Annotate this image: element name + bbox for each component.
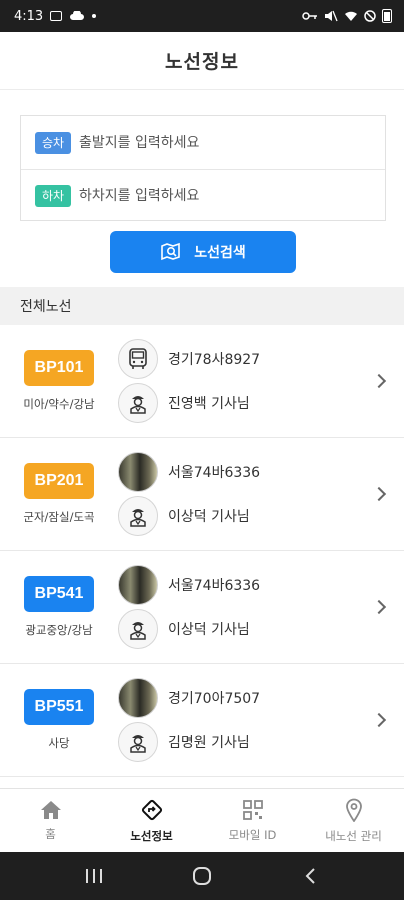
section-title: 전체노선 (20, 299, 72, 315)
boarding-tag: 승차 (35, 131, 71, 154)
location-pin-icon (345, 798, 362, 822)
driver-name: 진영백 기사님 (168, 396, 250, 412)
mute-icon (325, 10, 338, 22)
route-area: 군자/잠실/도곡 (23, 510, 95, 524)
route-search-form: 승차 하차 (20, 115, 386, 221)
vpn-key-icon (302, 12, 317, 20)
gallery-icon (50, 11, 63, 21)
driver-name: 이상덕 기사님 (168, 622, 250, 638)
vehicle-plate: 서울74바6336 (168, 465, 261, 481)
nav-mobile-id-label: 모바일 ID (228, 827, 277, 842)
route-search-button[interactable]: 노선검색 (110, 231, 296, 273)
route-row-bp541[interactable]: BP541 광교중앙/강남 서울74바6336 이상덕 기사님 (0, 551, 404, 664)
back-chevron-icon (305, 868, 315, 884)
route-row-bp551[interactable]: BP551 사당 경기70아7507 김명원 기사님 (0, 664, 404, 777)
nav-home[interactable]: 홈 (0, 789, 101, 852)
alighting-row: 하차 (21, 169, 385, 222)
system-nav-bar (0, 852, 404, 900)
route-area: 사당 (48, 736, 70, 750)
route-code-badge: BP541 (24, 576, 94, 612)
departure-input[interactable] (79, 134, 359, 151)
back-button[interactable] (290, 861, 330, 891)
route-row-bp101[interactable]: BP101 미아/약수/강남 경기78사8927 진영백 기사님 (0, 325, 404, 438)
vehicle-plate: 경기78사8927 (168, 352, 261, 368)
route-code-badge: BP201 (24, 463, 94, 499)
directions-icon (141, 799, 162, 820)
driver-name: 김명원 기사님 (168, 735, 250, 751)
route-code-badge: BP101 (24, 350, 94, 386)
bus-icon (118, 339, 158, 379)
alighting-tag: 하차 (35, 185, 71, 207)
driver-name: 이상덕 기사님 (168, 509, 250, 525)
recent-apps-button[interactable] (74, 861, 114, 891)
home-button[interactable] (182, 861, 222, 891)
route-list: BP101 미아/약수/강남 경기78사8927 진영백 기사님 BP201 군… (0, 325, 404, 777)
nav-my-route-label: 내노선 관리 (325, 828, 382, 843)
page-title: 노선정보 (165, 51, 239, 73)
battery-icon (382, 9, 392, 23)
nav-my-route[interactable]: 내노선 관리 (303, 789, 404, 852)
bus-photo (118, 678, 158, 718)
wifi-icon (345, 11, 357, 21)
qr-code-icon (242, 799, 263, 820)
nav-mobile-id[interactable]: 모바일 ID (202, 789, 303, 852)
route-search-label: 노선검색 (194, 245, 246, 261)
destination-input[interactable] (79, 188, 359, 204)
all-routes-header: 전체노선 (0, 287, 404, 325)
driver-icon (118, 383, 158, 423)
nav-route-info-label: 노선정보 (130, 828, 173, 843)
bus-photo (118, 565, 158, 605)
route-code-badge: BP551 (24, 689, 94, 725)
notification-dot-icon (92, 14, 97, 18)
boarding-row: 승차 (21, 116, 385, 169)
home-circle-icon (193, 867, 211, 885)
route-area: 미아/약수/강남 (23, 397, 95, 411)
driver-icon (118, 496, 158, 536)
status-bar: 4:13 (0, 0, 404, 32)
nav-home-label: 홈 (45, 826, 56, 841)
bottom-nav: 홈 노선정보 모바일 ID 내노선 관리 (0, 788, 404, 852)
map-search-icon (161, 242, 181, 261)
route-area: 광교중앙/강남 (25, 623, 93, 637)
home-icon (40, 800, 61, 819)
nav-route-info[interactable]: 노선정보 (101, 789, 202, 852)
bus-photo (118, 452, 158, 492)
recent-apps-icon (86, 869, 102, 883)
do-not-disturb-icon (364, 10, 376, 22)
app-header: 노선정보 (0, 32, 404, 90)
driver-icon (118, 609, 158, 649)
route-row-bp201[interactable]: BP201 군자/잠실/도곡 서울74바6336 이상덕 기사님 (0, 438, 404, 551)
vehicle-plate: 서울74바6336 (168, 578, 261, 594)
cloud-icon (70, 11, 85, 20)
driver-icon (118, 722, 158, 762)
status-time: 4:13 (14, 8, 44, 24)
vehicle-plate: 경기70아7507 (168, 691, 261, 707)
